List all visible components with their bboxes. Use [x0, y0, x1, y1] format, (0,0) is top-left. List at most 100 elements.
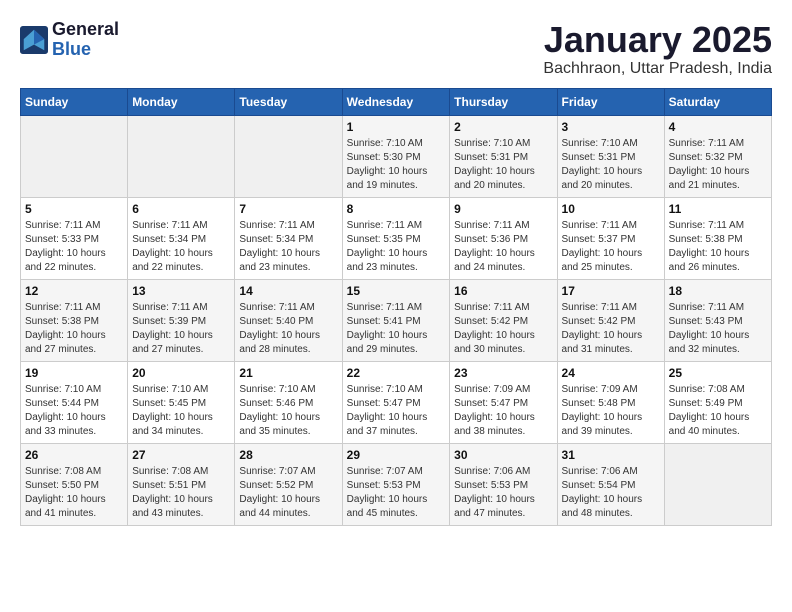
cell-date-number: 5 [25, 202, 123, 216]
cell-date-number: 21 [239, 366, 337, 380]
logo-text: General Blue [52, 20, 119, 60]
cell-date-number: 6 [132, 202, 230, 216]
cell-daylight-info: Sunrise: 7:10 AM Sunset: 5:45 PM Dayligh… [132, 383, 230, 439]
cell-daylight-info: Sunrise: 7:11 AM Sunset: 5:38 PM Dayligh… [669, 219, 767, 275]
cell-date-number: 17 [562, 284, 660, 298]
cell-date-number: 19 [25, 366, 123, 380]
cell-daylight-info: Sunrise: 7:09 AM Sunset: 5:48 PM Dayligh… [562, 383, 660, 439]
weekday-header-monday: Monday [128, 88, 235, 115]
calendar-subtitle: Bachhraon, Uttar Pradesh, India [543, 60, 772, 78]
calendar-cell: 15Sunrise: 7:11 AM Sunset: 5:41 PM Dayli… [342, 279, 450, 361]
cell-daylight-info: Sunrise: 7:11 AM Sunset: 5:40 PM Dayligh… [239, 301, 337, 357]
cell-date-number: 31 [562, 448, 660, 462]
weekday-header-sunday: Sunday [21, 88, 128, 115]
calendar-cell: 22 Sunrise: 7:10 AM Sunset: 5:47 PM Dayli… [342, 361, 450, 443]
cell-daylight-info: Sunrise: 7:09 AM Sunset: 5:47 PM Dayligh… [454, 383, 552, 439]
calendar-cell [235, 115, 342, 197]
cell-daylight-info: Sunrise: 7:11 AM Sunset: 5:36 PM Dayligh… [454, 219, 552, 275]
cell-daylight-info: Sunrise: 7:11 AM Sunset: 5:42 PM Dayligh… [562, 301, 660, 357]
cell-date-number: 10 [562, 202, 660, 216]
cell-daylight-info: Sunrise: 7:10 AM Sunset: 5:47 PM Dayligh… [347, 383, 446, 439]
calendar-cell: 24Sunrise: 7:09 AM Sunset: 5:48 PM Dayli… [557, 361, 664, 443]
cell-daylight-info: Sunrise: 7:11 AM Sunset: 5:34 PM Dayligh… [239, 219, 337, 275]
cell-daylight-info: Sunrise: 7:08 AM Sunset: 5:51 PM Dayligh… [132, 465, 230, 521]
cell-daylight-info: Sunrise: 7:11 AM Sunset: 5:42 PM Dayligh… [454, 301, 552, 357]
cell-date-number: 2 [454, 120, 552, 134]
calendar-title: January 2025 [543, 20, 772, 60]
calendar-cell [21, 115, 128, 197]
cell-date-number: 26 [25, 448, 123, 462]
cell-date-number: 23 [454, 366, 552, 380]
cell-date-number: 22 [347, 366, 446, 380]
calendar-cell: 12 Sunrise: 7:11 AM Sunset: 5:38 PM Dayli… [21, 279, 128, 361]
weekday-header-wednesday: Wednesday [342, 88, 450, 115]
calendar-cell: 5 Sunrise: 7:11 AM Sunset: 5:33 PM Daylig… [21, 197, 128, 279]
cell-daylight-info: Sunrise: 7:11 AM Sunset: 5:41 PM Dayligh… [347, 301, 446, 357]
cell-daylight-info: Sunrise: 7:11 AM Sunset: 5:43 PM Dayligh… [669, 301, 767, 357]
calendar-table: SundayMondayTuesdayWednesdayThursdayFrid… [20, 88, 772, 526]
weekday-header-row: SundayMondayTuesdayWednesdayThursdayFrid… [21, 88, 772, 115]
cell-date-number: 1 [347, 120, 446, 134]
cell-date-number: 9 [454, 202, 552, 216]
calendar-cell: 17 Sunrise: 7:11 AM Sunset: 5:42 PM Dayli… [557, 279, 664, 361]
weekday-header-tuesday: Tuesday [235, 88, 342, 115]
cell-daylight-info: Sunrise: 7:10 AM Sunset: 5:31 PM Dayligh… [454, 137, 552, 193]
cell-date-number: 3 [562, 120, 660, 134]
cell-date-number: 16 [454, 284, 552, 298]
calendar-cell: 13 Sunrise: 7:11 AM Sunset: 5:39 PM Dayli… [128, 279, 235, 361]
cell-date-number: 18 [669, 284, 767, 298]
calendar-cell: 19 Sunrise: 7:10 AM Sunset: 5:44 PM Dayli… [21, 361, 128, 443]
calendar-cell: 4 Sunrise: 7:11 AM Sunset: 5:32 PM Daylig… [664, 115, 771, 197]
cell-date-number: 25 [669, 366, 767, 380]
cell-daylight-info: Sunrise: 7:11 AM Sunset: 5:34 PM Dayligh… [132, 219, 230, 275]
calendar-cell: 7 Sunrise: 7:11 AM Sunset: 5:34 PM Daylig… [235, 197, 342, 279]
calendar-cell: 20 Sunrise: 7:10 AM Sunset: 5:45 PM Dayli… [128, 361, 235, 443]
cell-daylight-info: Sunrise: 7:08 AM Sunset: 5:49 PM Dayligh… [669, 383, 767, 439]
cell-daylight-info: Sunrise: 7:11 AM Sunset: 5:33 PM Dayligh… [25, 219, 123, 275]
calendar-week-row: 12 Sunrise: 7:11 AM Sunset: 5:38 PM Dayli… [21, 279, 772, 361]
calendar-cell: 29Sunrise: 7:07 AM Sunset: 5:53 PM Dayli… [342, 443, 450, 525]
cell-daylight-info: Sunrise: 7:11 AM Sunset: 5:32 PM Dayligh… [669, 137, 767, 193]
calendar-cell: 1Sunrise: 7:10 AM Sunset: 5:30 PM Daylig… [342, 115, 450, 197]
calendar-week-row: 19 Sunrise: 7:10 AM Sunset: 5:44 PM Dayli… [21, 361, 772, 443]
calendar-cell: 2 Sunrise: 7:10 AM Sunset: 5:31 PM Daylig… [450, 115, 557, 197]
cell-date-number: 27 [132, 448, 230, 462]
cell-date-number: 14 [239, 284, 337, 298]
calendar-cell: 6 Sunrise: 7:11 AM Sunset: 5:34 PM Daylig… [128, 197, 235, 279]
calendar-cell [128, 115, 235, 197]
cell-daylight-info: Sunrise: 7:11 AM Sunset: 5:39 PM Dayligh… [132, 301, 230, 357]
cell-date-number: 20 [132, 366, 230, 380]
calendar-cell: 25 Sunrise: 7:08 AM Sunset: 5:49 PM Dayli… [664, 361, 771, 443]
calendar-cell: 11 Sunrise: 7:11 AM Sunset: 5:38 PM Dayli… [664, 197, 771, 279]
calendar-cell: 14 Sunrise: 7:11 AM Sunset: 5:40 PM Dayli… [235, 279, 342, 361]
calendar-cell: 18 Sunrise: 7:11 AM Sunset: 5:43 PM Dayli… [664, 279, 771, 361]
cell-date-number: 30 [454, 448, 552, 462]
calendar-cell: 10Sunrise: 7:11 AM Sunset: 5:37 PM Dayli… [557, 197, 664, 279]
cell-date-number: 12 [25, 284, 123, 298]
calendar-week-row: 5 Sunrise: 7:11 AM Sunset: 5:33 PM Daylig… [21, 197, 772, 279]
cell-date-number: 28 [239, 448, 337, 462]
calendar-cell: 28Sunrise: 7:07 AM Sunset: 5:52 PM Dayli… [235, 443, 342, 525]
cell-date-number: 13 [132, 284, 230, 298]
calendar-cell: 9 Sunrise: 7:11 AM Sunset: 5:36 PM Daylig… [450, 197, 557, 279]
weekday-header-thursday: Thursday [450, 88, 557, 115]
cell-date-number: 7 [239, 202, 337, 216]
calendar-week-row: 26Sunrise: 7:08 AM Sunset: 5:50 PM Dayli… [21, 443, 772, 525]
calendar-cell [664, 443, 771, 525]
logo: General Blue [20, 20, 119, 60]
calendar-cell: 27 Sunrise: 7:08 AM Sunset: 5:51 PM Dayli… [128, 443, 235, 525]
calendar-cell: 16 Sunrise: 7:11 AM Sunset: 5:42 PM Dayli… [450, 279, 557, 361]
cell-date-number: 8 [347, 202, 446, 216]
cell-daylight-info: Sunrise: 7:06 AM Sunset: 5:54 PM Dayligh… [562, 465, 660, 521]
weekday-header-saturday: Saturday [664, 88, 771, 115]
cell-daylight-info: Sunrise: 7:10 AM Sunset: 5:31 PM Dayligh… [562, 137, 660, 193]
calendar-week-row: 1Sunrise: 7:10 AM Sunset: 5:30 PM Daylig… [21, 115, 772, 197]
cell-daylight-info: Sunrise: 7:10 AM Sunset: 5:44 PM Dayligh… [25, 383, 123, 439]
calendar-cell: 3 Sunrise: 7:10 AM Sunset: 5:31 PM Daylig… [557, 115, 664, 197]
cell-daylight-info: Sunrise: 7:11 AM Sunset: 5:38 PM Dayligh… [25, 301, 123, 357]
cell-date-number: 4 [669, 120, 767, 134]
logo-icon [20, 26, 48, 54]
calendar-cell: 21Sunrise: 7:10 AM Sunset: 5:46 PM Dayli… [235, 361, 342, 443]
cell-date-number: 11 [669, 202, 767, 216]
calendar-cell: 31 Sunrise: 7:06 AM Sunset: 5:54 PM Dayli… [557, 443, 664, 525]
